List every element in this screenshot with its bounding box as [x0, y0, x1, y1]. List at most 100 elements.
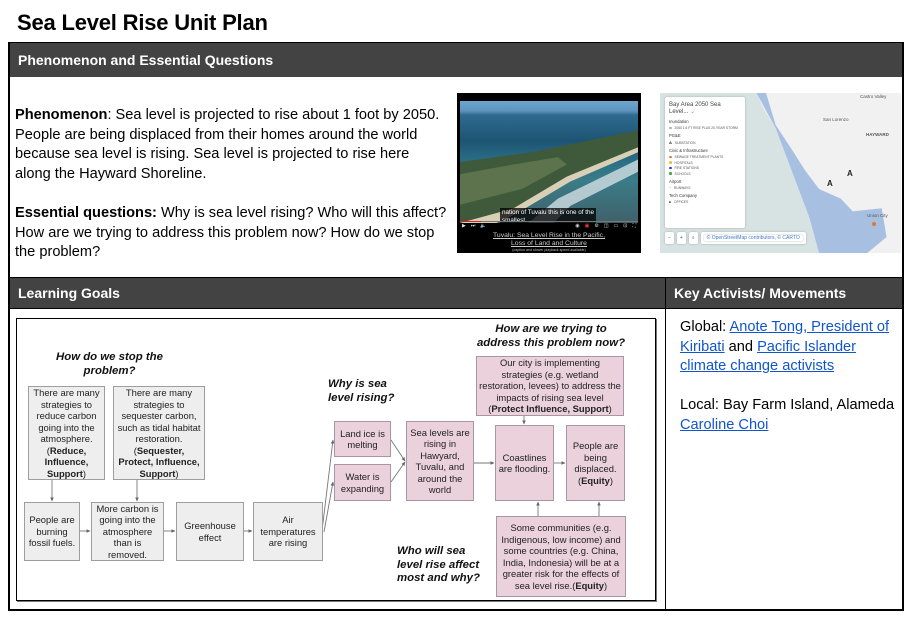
- box-sequester-carbon: There are many strategies to sequester c…: [113, 386, 205, 480]
- map-controls: − + ⌕ © OpenStreetMap contributors, © CA…: [665, 232, 806, 244]
- box-more-carbon: More carbon is going into the atmosphere…: [91, 502, 164, 561]
- and-text: and: [724, 338, 758, 355]
- legend-item-label: 2050 1.6 FT RISE PLUS 20-YEAR STORM: [674, 126, 738, 130]
- office-icon: ■: [669, 199, 671, 204]
- box-burning-fossil-fuels: People are burning fossil fuels.: [24, 502, 80, 561]
- section-header-activists: Key Activists/ Movements: [666, 278, 902, 308]
- box-text: People are being displaced. (Equity): [573, 440, 618, 486]
- settings-icon[interactable]: ⚙: [594, 223, 598, 229]
- box-people-displaced: People are being displaced. (Equity): [566, 425, 625, 501]
- cast-icon[interactable]: ⊡: [623, 223, 627, 229]
- box-land-ice-melting: Land ice is melting: [334, 421, 391, 457]
- box-text: There are many strategies to sequester c…: [118, 387, 201, 479]
- sewage-plant-marker[interactable]: [872, 222, 876, 226]
- box-end: ): [82, 467, 87, 479]
- legend-title[interactable]: Bay Area 2050 Sea Level... ⌄: [669, 102, 741, 115]
- video-embed[interactable]: nation of Tuvalu this is one of the smal…: [457, 93, 641, 253]
- global-activists: Global: Anote Tong, President of Kiribat…: [680, 318, 898, 377]
- legend-item-label: SEWAGE TREATMENT PLANTS: [674, 155, 724, 159]
- theater-icon[interactable]: ▭: [614, 223, 619, 229]
- chevron-down-icon[interactable]: ⌄: [690, 109, 695, 115]
- map-label-castro-valley: Castro Valley: [860, 94, 887, 99]
- legend-group-airport: Airport: [669, 178, 682, 184]
- box-tag: Sequester, Protect, Influence, Support: [118, 444, 200, 479]
- caroline-choi-link[interactable]: Caroline Choi: [680, 417, 768, 433]
- fire-station-dot-icon: [669, 166, 672, 170]
- question-stop-problem: How do we stop the problem?: [56, 351, 163, 377]
- box-tag: Protect Influence, Support: [491, 403, 609, 415]
- table-border-right: [902, 42, 904, 611]
- subtitles-icon[interactable]: ▣: [585, 223, 590, 229]
- next-icon[interactable]: ⏭: [471, 223, 476, 229]
- inundation-dot-icon: [669, 126, 672, 130]
- box-text: There are many strategies to reduce carb…: [33, 387, 99, 479]
- video-title-link[interactable]: Tuvalu: Sea Level Rise in the Pacific, L…: [457, 232, 641, 247]
- box-text: Our city is implementing strategies (e.g…: [479, 357, 621, 415]
- sewage-dot-icon: [669, 155, 672, 159]
- table-border-left: [8, 42, 10, 611]
- arrow-air-temps-to-land-ice: [321, 439, 335, 532]
- autoplay-icon[interactable]: ◉: [575, 223, 579, 229]
- box-sea-levels-rising: Sea levels are rising in Hawyard, Tuvalu…: [406, 421, 474, 501]
- section-header-activists-label: Key Activists/ Movements: [674, 285, 847, 301]
- page-title: Sea Level Rise Unit Plan: [17, 10, 268, 35]
- box-end: ): [175, 467, 179, 479]
- essential-questions-paragraph: Essential questions: Why is sea level ri…: [15, 204, 447, 263]
- miniplayer-icon[interactable]: ◫: [604, 223, 609, 229]
- question-who-affected: Who will sea level rise affect most and …: [397, 545, 480, 584]
- sea-level-map[interactable]: Castro Valley San Lorenzo HAYWARD Union …: [660, 93, 901, 253]
- map-attribution: © OpenStreetMap contributors, © CARTO: [700, 232, 806, 244]
- legend-item: HOSPITALS: [669, 161, 741, 165]
- zoom-out-button[interactable]: −: [665, 232, 674, 244]
- section-header-learning-goals: Learning Goals: [10, 278, 665, 308]
- box-city-strategies: Our city is implementing strategies (e.g…: [476, 356, 624, 416]
- legend-item: ■ OFFICES: [669, 200, 741, 204]
- play-icon[interactable]: ▶: [462, 223, 466, 229]
- legend-item-label: RUNWAYS: [673, 185, 691, 190]
- box-end: ): [609, 474, 613, 486]
- phenomenon-label: Phenomenon: [15, 107, 108, 123]
- video-note: (caption and slower playback speed avail…: [512, 248, 586, 252]
- legend-item: FIRE STATIONS: [669, 166, 741, 170]
- box-text: Some communities (e.g. Indigenous, low i…: [501, 522, 620, 591]
- question-address-problem: How are we trying to address this proble…: [476, 323, 626, 349]
- volume-icon[interactable]: 🔈: [480, 223, 486, 229]
- learning-goals-diagram: How do we stop the problem? Why is sea l…: [16, 318, 656, 601]
- question-why-rising: Why is sea level rising?: [328, 378, 395, 404]
- school-dot-icon: [669, 172, 672, 175]
- legend-group-inundation: Inundation: [669, 119, 689, 124]
- legend-item-label: HOSPITALS: [674, 160, 693, 165]
- phenomenon-text-block: Phenomenon: Sea level is projected to ri…: [15, 106, 447, 263]
- legend-group-civic: Civic & Infrastructure: [669, 148, 708, 153]
- map-label-hayward: HAYWARD: [866, 132, 889, 137]
- box-tag: Equity: [581, 474, 610, 486]
- section-header-phenomenon: Phenomenon and Essential Questions: [10, 43, 902, 77]
- box-reduce-carbon: There are many strategies to reduce carb…: [28, 386, 105, 480]
- box-water-expanding: Water is expanding: [334, 464, 391, 501]
- legend-item: A SUBSTATION: [669, 140, 741, 145]
- box-end: ): [603, 579, 608, 591]
- substation-icon: A: [669, 140, 672, 145]
- fullscreen-icon[interactable]: ⛶: [632, 223, 636, 229]
- substation-marker[interactable]: A: [827, 179, 833, 188]
- phenomenon-paragraph: Phenomenon: Sea level is projected to ri…: [15, 106, 447, 184]
- legend-item-label: SUBSTATION: [674, 140, 696, 145]
- box-air-temperatures: Air temperatures are rising: [253, 502, 323, 561]
- arrow-land-ice-to-sea-levels: [390, 439, 406, 462]
- search-icon[interactable]: ⌕: [688, 232, 698, 244]
- map-legend: Bay Area 2050 Sea Level... ⌄ Inundation …: [665, 97, 745, 228]
- box-communities-at-risk: Some communities (e.g. Indigenous, low i…: [496, 516, 626, 597]
- row-divider: [8, 308, 904, 309]
- local-label: Local: Bay Farm Island, Alameda: [680, 397, 895, 414]
- essential-questions-label: Essential questions:: [15, 204, 157, 221]
- box-tag: Reduce, Influence, Support: [44, 444, 89, 479]
- map-label-union-city: Union City: [867, 213, 888, 218]
- zoom-in-button[interactable]: +: [676, 232, 686, 244]
- arrow-water-to-sea-levels: [390, 461, 406, 483]
- hospital-dot-icon: [669, 161, 672, 164]
- activists-content: Global: Anote Tong, President of Kiribat…: [680, 318, 898, 436]
- substation-marker[interactable]: A: [847, 169, 853, 178]
- legend-item: SEWAGE TREATMENT PLANTS: [669, 155, 741, 159]
- global-label: Global:: [680, 319, 730, 335]
- attribution-text[interactable]: © OpenStreetMap contributors, © CARTO: [703, 235, 803, 241]
